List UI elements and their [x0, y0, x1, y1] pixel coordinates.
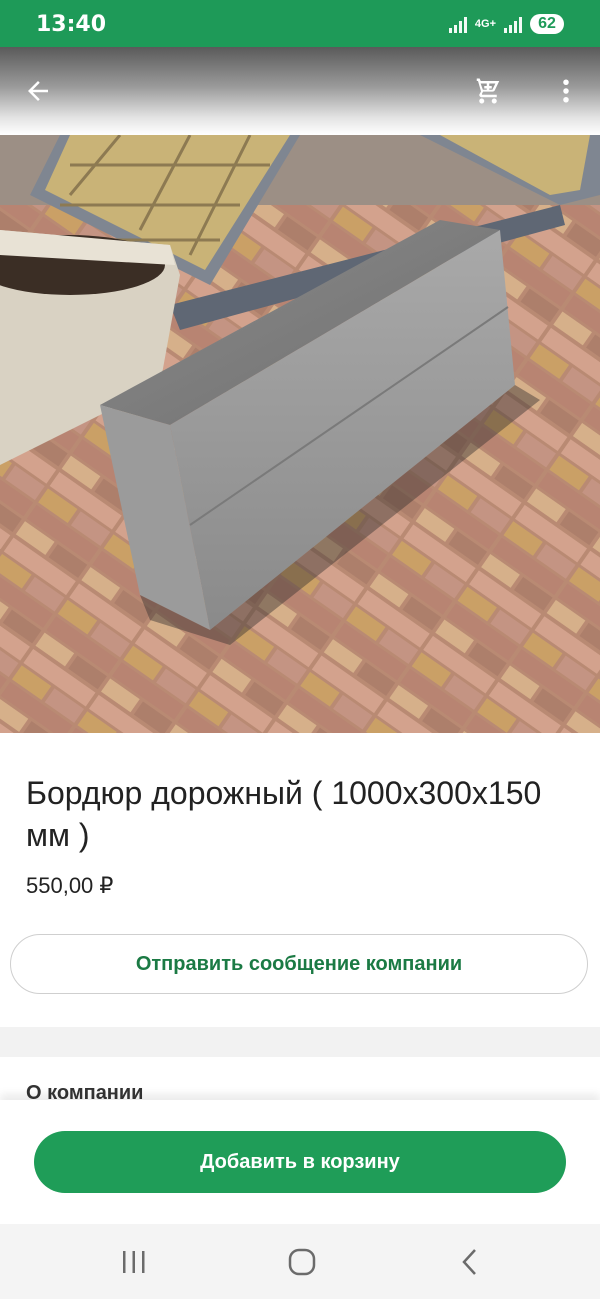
cart-icon: [476, 78, 500, 104]
system-nav-bar: [0, 1224, 600, 1299]
add-to-cart-button[interactable]: Добавить в корзину: [34, 1131, 566, 1193]
section-divider: [0, 1027, 600, 1057]
home-icon: [288, 1248, 316, 1276]
home-button[interactable]: [282, 1244, 322, 1280]
more-vertical-icon: [563, 79, 569, 103]
recent-apps-icon: [123, 1251, 145, 1273]
back-nav-icon: [462, 1249, 476, 1275]
signal-icon: [448, 15, 467, 33]
battery-badge: 62: [530, 14, 564, 34]
product-price: 550,00 ₽: [26, 873, 114, 898]
arrow-left-icon: [28, 81, 48, 101]
status-indicators: 4G+ 62: [448, 14, 564, 34]
back-nav-button[interactable]: [450, 1244, 490, 1280]
recent-apps-button[interactable]: [114, 1244, 154, 1280]
cart-button[interactable]: [468, 71, 508, 111]
app-bar: [0, 47, 600, 135]
status-bar: 13:40 4G+ 62: [0, 0, 600, 47]
back-button[interactable]: [18, 71, 58, 111]
more-options-button[interactable]: [546, 71, 586, 111]
network-type: 4G+: [474, 18, 496, 30]
bottom-action-panel: Добавить в корзину: [0, 1100, 600, 1224]
message-company-button[interactable]: Отправить сообщение компании: [10, 934, 588, 994]
signal-icon-2: [504, 15, 522, 33]
product-photo: [0, 135, 600, 733]
product-image[interactable]: [0, 135, 600, 733]
status-time: 13:40: [36, 12, 107, 37]
product-title: Бордюр дорожный ( 1000x300x150 мм ): [26, 775, 542, 853]
